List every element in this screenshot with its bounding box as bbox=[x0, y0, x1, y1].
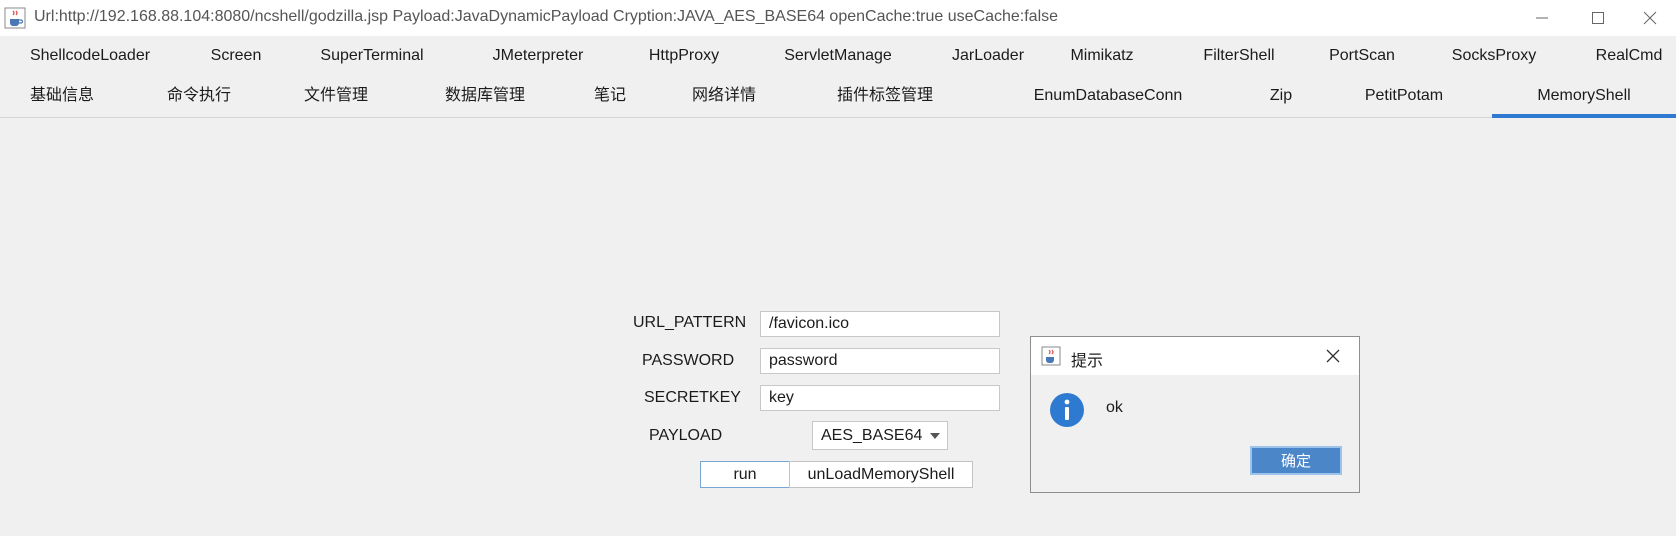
password-field[interactable] bbox=[760, 348, 1000, 374]
tab-basic-info[interactable]: 基础信息 bbox=[0, 76, 124, 116]
tab-plugin-tag-manager[interactable]: 插件标签管理 bbox=[800, 76, 970, 116]
minimize-button[interactable] bbox=[1516, 0, 1568, 36]
dialog-title: 提示 bbox=[1071, 353, 1104, 370]
dialog-header: 提示 bbox=[1031, 337, 1359, 375]
info-icon bbox=[1050, 393, 1084, 427]
maximize-button[interactable] bbox=[1572, 0, 1624, 36]
tab-portscan[interactable]: PortScan bbox=[1318, 36, 1406, 76]
message-dialog: 提示 ok 确定 bbox=[1030, 336, 1360, 493]
ok-button[interactable]: 确定 bbox=[1250, 446, 1342, 475]
tab-network-details[interactable]: 网络详情 bbox=[648, 76, 800, 116]
tab-screen[interactable]: Screen bbox=[180, 36, 292, 76]
payload-select[interactable]: AES_BASE64 bbox=[812, 421, 948, 450]
tab-httpproxy[interactable]: HttpProxy bbox=[624, 36, 744, 76]
tab-mimikatz[interactable]: Mimikatz bbox=[1044, 36, 1160, 76]
window-title: Url:http://192.168.88.104:8080/ncshell/g… bbox=[34, 8, 1059, 25]
tab-file-manager[interactable]: 文件管理 bbox=[274, 76, 398, 116]
payload-select-value: AES_BASE64 bbox=[821, 427, 923, 444]
password-label: PASSWORD bbox=[642, 352, 735, 369]
java-cup-icon bbox=[4, 7, 26, 29]
java-cup-icon bbox=[1041, 346, 1061, 366]
minimize-icon bbox=[1536, 17, 1548, 19]
tab-shellcodeloader[interactable]: ShellcodeLoader bbox=[0, 36, 180, 76]
tab-command-exec[interactable]: 命令执行 bbox=[124, 76, 274, 116]
secretkey-field[interactable] bbox=[760, 385, 1000, 411]
close-icon bbox=[1643, 11, 1657, 25]
tab-socksproxy[interactable]: SocksProxy bbox=[1406, 36, 1582, 76]
tab-servletmanage[interactable]: ServletManage bbox=[744, 36, 932, 76]
chevron-down-icon bbox=[930, 433, 940, 439]
tab-superterminal[interactable]: SuperTerminal bbox=[292, 36, 452, 76]
secretkey-label: SECRETKEY bbox=[644, 389, 741, 406]
dialog-message: ok bbox=[1106, 399, 1123, 416]
tab-filtershell[interactable]: FilterShell bbox=[1160, 36, 1318, 76]
plugin-tabs-row-2: 基础信息 命令执行 文件管理 数据库管理 笔记 网络详情 插件标签管理 Enum… bbox=[0, 76, 1676, 118]
url-pattern-label: URL_PATTERN bbox=[633, 314, 747, 331]
run-button[interactable]: run bbox=[700, 461, 790, 488]
close-icon bbox=[1326, 349, 1340, 363]
url-pattern-field[interactable] bbox=[760, 311, 1000, 337]
tab-realcmd[interactable]: RealCmd bbox=[1582, 36, 1676, 76]
tab-enumdatabaseconn[interactable]: EnumDatabaseConn bbox=[970, 76, 1246, 116]
tab-memoryshell[interactable]: MemoryShell bbox=[1492, 76, 1676, 118]
dialog-close-button[interactable] bbox=[1317, 341, 1349, 371]
maximize-icon bbox=[1592, 12, 1604, 24]
tab-jarloader[interactable]: JarLoader bbox=[932, 36, 1044, 76]
tab-petitpotam[interactable]: PetitPotam bbox=[1316, 76, 1492, 116]
tab-notes[interactable]: 笔记 bbox=[572, 76, 648, 116]
close-window-button[interactable] bbox=[1624, 0, 1676, 36]
tab-database-manager[interactable]: 数据库管理 bbox=[398, 76, 572, 116]
tab-jmeterpreter[interactable]: JMeterpreter bbox=[452, 36, 624, 76]
plugin-tabs-row-1: ShellcodeLoader Screen SuperTerminal JMe… bbox=[0, 36, 1676, 76]
unload-memoryshell-button[interactable]: unLoadMemoryShell bbox=[789, 461, 973, 488]
tab-zip[interactable]: Zip bbox=[1246, 76, 1316, 116]
payload-label: PAYLOAD bbox=[649, 427, 723, 444]
title-bar: Url:http://192.168.88.104:8080/ncshell/g… bbox=[0, 0, 1676, 36]
